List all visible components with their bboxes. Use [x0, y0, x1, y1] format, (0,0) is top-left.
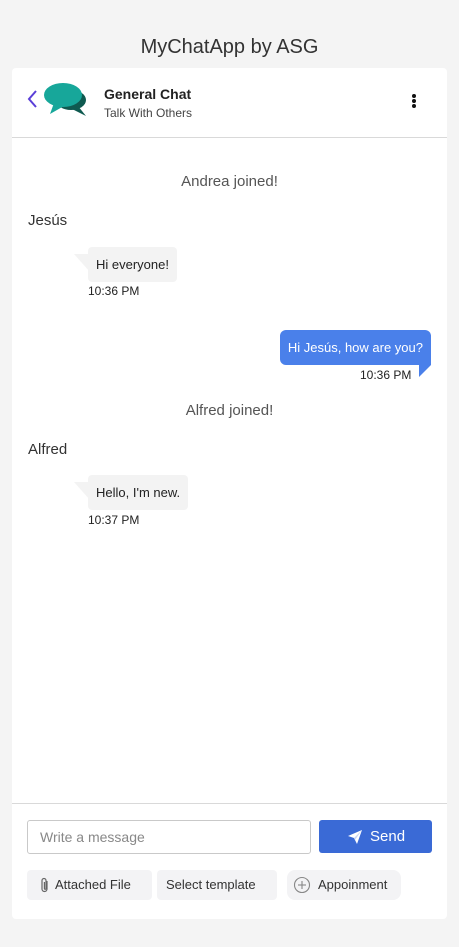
message-input[interactable] — [27, 820, 311, 854]
bubble-tail — [419, 365, 431, 377]
paper-plane-icon — [348, 830, 362, 844]
message-time: 10:36 PM — [88, 284, 140, 298]
send-button[interactable]: Send — [319, 820, 432, 853]
system-message: Andrea joined! — [181, 173, 278, 190]
chat-subtitle: Talk With Others — [104, 106, 193, 120]
message-time: 10:36 PM — [360, 368, 412, 382]
appointment-label: Appoinment — [318, 877, 388, 892]
message-time: 10:37 PM — [88, 513, 140, 527]
kebab-menu-icon[interactable] — [408, 94, 420, 112]
message-list[interactable]: Andrea joined! Jesús Hi everyone! 10:36 … — [12, 139, 447, 803]
chevron-left-icon[interactable] — [26, 87, 40, 111]
message-sender: Alfred — [28, 441, 68, 458]
incoming-message-bubble: Hello, I'm new. — [88, 475, 189, 510]
message-sender: Jesús — [28, 212, 68, 229]
chat-window: General Chat Talk With Others Andrea joi… — [12, 68, 447, 919]
attach-file-label: Attached File — [55, 877, 131, 892]
app-title: MyChatApp by ASG — [140, 36, 319, 58]
paperclip-icon — [41, 877, 48, 893]
outgoing-message-bubble: Hi Jesús, how are you? — [279, 330, 431, 365]
select-template-button[interactable]: Select template — [157, 870, 277, 900]
send-label: Send — [370, 828, 406, 845]
attach-file-button[interactable]: Attached File — [27, 870, 152, 900]
system-message: Alfred joined! — [185, 402, 274, 419]
plus-circle-icon — [293, 876, 311, 894]
chat-header: General Chat Talk With Others — [12, 68, 447, 138]
select-template-label: Select template — [166, 877, 256, 892]
chat-name: General Chat — [104, 86, 192, 102]
incoming-message-bubble: Hi everyone! — [88, 247, 177, 282]
chat-bubbles-icon — [44, 83, 86, 116]
message-composer: Send Attached File Select template Appoi… — [12, 803, 447, 919]
appointment-button[interactable]: Appoinment — [287, 870, 401, 900]
